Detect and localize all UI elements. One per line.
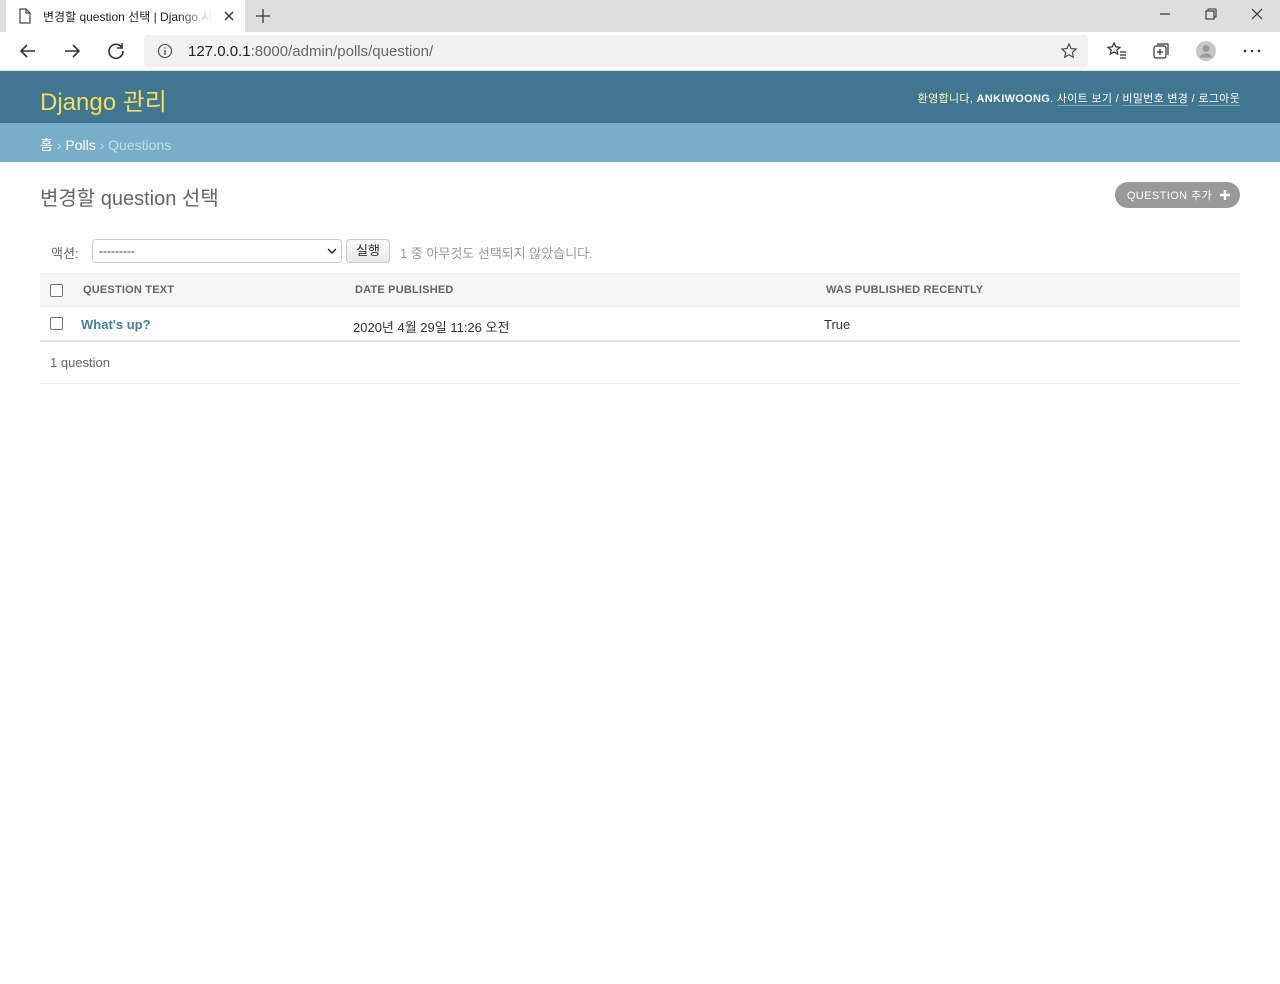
table-header: QUESTION TEXT DATE PUBLISHED WAS PUBLISH… xyxy=(40,273,1240,307)
question-link[interactable]: What's up? xyxy=(81,317,151,332)
chevron-down-icon xyxy=(327,248,337,255)
refresh-icon[interactable] xyxy=(105,40,127,62)
actions-bar: 액션: --------- 실행 1 중 아무것도 선택되지 않았습니다. xyxy=(40,238,1240,264)
date-published-cell: 2020년 4월 29일 11:26 오전 xyxy=(353,320,510,335)
forward-icon[interactable] xyxy=(61,40,83,62)
restore-icon[interactable] xyxy=(1201,4,1221,24)
actions-label: 액션: xyxy=(51,246,79,261)
welcome-text: 환영합니다, xyxy=(917,93,974,105)
breadcrumb-current: Questions xyxy=(108,137,172,153)
was-published-recently-cell: True xyxy=(824,317,851,332)
add-question-button[interactable]: QUESTION 추가 xyxy=(1114,182,1240,208)
more-menu-icon[interactable] xyxy=(1241,40,1263,62)
logout-link[interactable]: 로그아웃 xyxy=(1198,93,1240,106)
admin-header: Django 관리 환영합니다, ANKIWOONG. 사이트 보기 / 비밀번… xyxy=(0,71,1280,123)
column-header-was-published-recently: WAS PUBLISHED RECENTLY xyxy=(826,284,984,296)
column-header-question-text[interactable]: QUESTION TEXT xyxy=(83,284,174,296)
minimize-icon[interactable] xyxy=(1155,4,1175,24)
table-row: What's up? 2020년 4월 29일 11:26 오전 True xyxy=(40,307,1240,341)
tab-title: 변경할 question 선택 | Django 사이트 관리 xyxy=(43,9,213,24)
action-select-value: --------- xyxy=(99,244,135,258)
view-site-link[interactable]: 사이트 보기 xyxy=(1056,93,1113,106)
username: ANKIWOONG xyxy=(976,93,1051,105)
question-text-cell: What's up? xyxy=(81,317,151,332)
window-close-icon[interactable] xyxy=(1247,4,1267,24)
profile-avatar-icon[interactable] xyxy=(1195,40,1217,62)
column-header-date-published[interactable]: DATE PUBLISHED xyxy=(355,284,454,296)
add-question-label: QUESTION 추가 xyxy=(1126,190,1212,202)
breadcrumb-app[interactable]: Polls xyxy=(65,137,95,153)
info-icon[interactable] xyxy=(157,43,173,59)
action-counter: 1 중 아무것도 선택되지 않았습니다. xyxy=(400,246,593,261)
breadcrumb: 홈 › Polls › Questions xyxy=(0,123,1280,162)
page-title: 변경할 question 선택 xyxy=(40,188,219,210)
browser-tabbar: 변경할 question 선택 | Django 사이트 관리 xyxy=(0,0,1280,32)
browser-tab[interactable]: 변경할 question 선택 | Django 사이트 관리 xyxy=(6,0,245,32)
result-count: 1 question xyxy=(50,355,110,370)
favorites-icon[interactable] xyxy=(1106,40,1128,62)
change-password-link[interactable]: 비밀번호 변경 xyxy=(1122,93,1189,106)
back-icon[interactable] xyxy=(17,40,39,62)
collections-icon[interactable] xyxy=(1150,40,1172,62)
breadcrumb-home[interactable]: 홈 xyxy=(40,137,53,153)
select-all-checkbox[interactable] xyxy=(50,284,63,297)
paginator: 1 question xyxy=(40,341,1240,384)
user-tools: 환영합니다, ANKIWOONG. 사이트 보기 / 비밀번호 변경 / 로그아… xyxy=(917,93,1240,106)
action-select[interactable]: --------- xyxy=(92,239,342,263)
site-branding[interactable]: Django 관리 xyxy=(40,82,167,117)
new-tab-icon[interactable] xyxy=(254,7,272,25)
address-bar[interactable]: 127.0.0.1:8000/admin/polls/question/ xyxy=(144,35,1088,67)
breadcrumb-separator: › xyxy=(99,137,109,153)
browser-toolbar: 127.0.0.1:8000/admin/polls/question/ xyxy=(0,32,1280,71)
favorite-star-icon[interactable] xyxy=(1060,42,1078,60)
url-text: 127.0.0.1:8000/admin/polls/question/ xyxy=(188,43,434,60)
plus-icon xyxy=(1220,190,1230,200)
page-icon xyxy=(19,8,31,24)
row-select-checkbox[interactable] xyxy=(50,317,63,330)
run-action-button[interactable]: 실행 xyxy=(346,239,390,263)
tab-close-icon[interactable] xyxy=(221,8,237,24)
